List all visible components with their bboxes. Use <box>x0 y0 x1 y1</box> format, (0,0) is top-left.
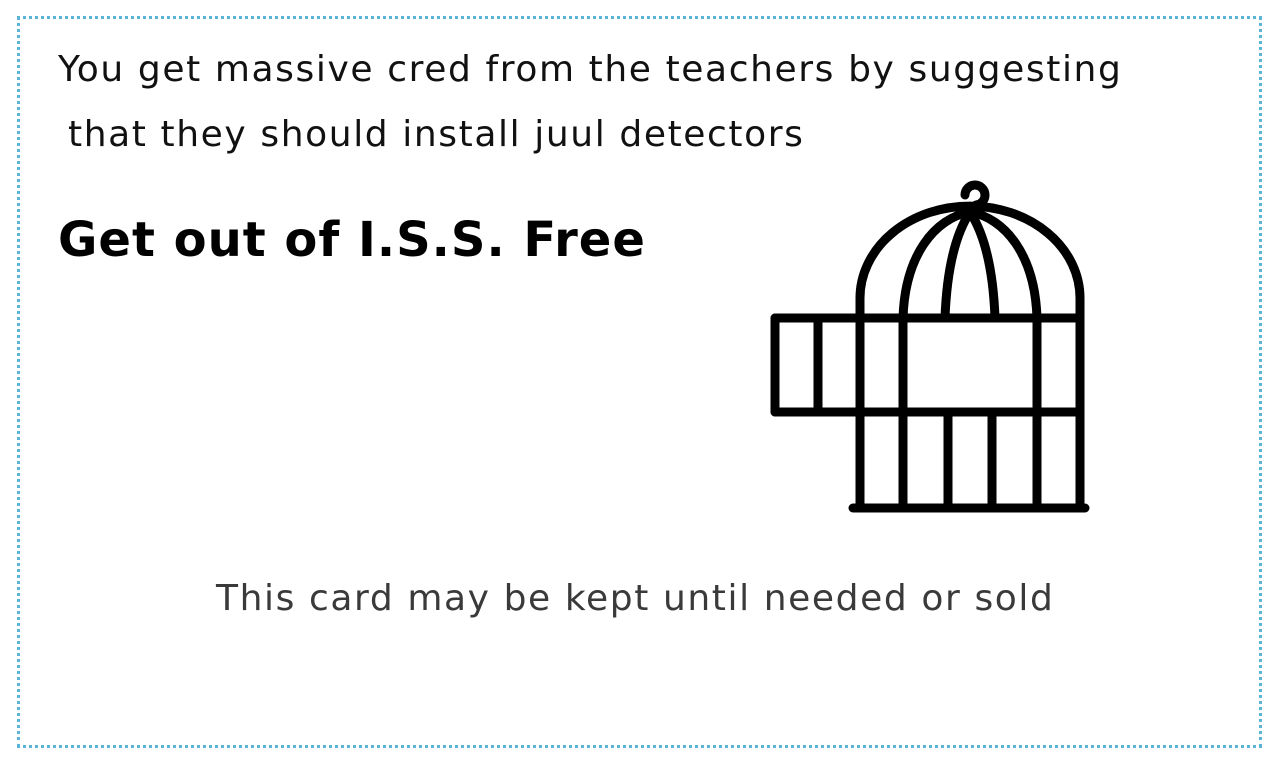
card-description-line-1: You get massive cred from the teachers b… <box>58 49 1123 90</box>
card-title: Get out of I.S.S. Free <box>58 212 646 268</box>
card-footer-note: This card may be kept until needed or so… <box>216 578 1055 619</box>
open-birdcage-icon <box>770 180 1090 513</box>
card-description-line-2: that they should install juul detectors <box>68 114 805 155</box>
